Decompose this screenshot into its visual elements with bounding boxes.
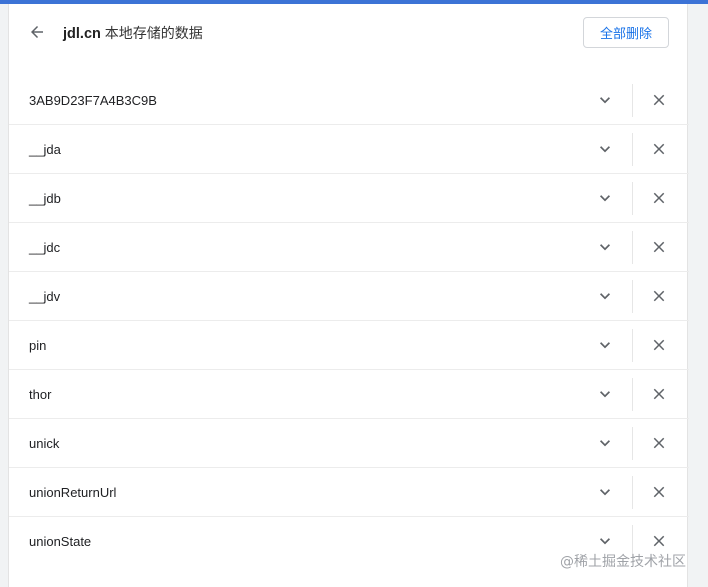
storage-item-name: __jda [29,142,61,157]
chevron-down-icon [600,489,610,496]
storage-item-row: __jdc [9,223,689,272]
chevron-down-icon [600,440,610,447]
row-divider [632,84,633,117]
row-divider [632,280,633,313]
page-title: jdl.cn 本地存储的数据 [63,23,203,43]
storage-item-row: __jdv [9,272,689,321]
remove-item-button[interactable] [647,333,671,357]
expand-item-button[interactable] [593,284,617,308]
storage-item-name: 3AB9D23F7A4B3C9B [29,93,157,108]
remove-item-button[interactable] [647,186,671,210]
close-icon [653,192,665,204]
chevron-down-icon [600,342,610,349]
watermark: @稀土掘金技术社区 [560,554,686,570]
remove-item-button[interactable] [647,431,671,455]
expand-item-button[interactable] [593,137,617,161]
expand-item-button[interactable] [593,333,617,357]
storage-item-name: pin [29,338,47,353]
storage-item-row: pin [9,321,689,370]
storage-item-list: 3AB9D23F7A4B3C9B __jda __jdb __jdc __jdvpin t… [9,76,689,566]
row-divider [632,133,633,166]
chevron-down-icon [600,244,610,251]
arrow-left-icon [31,26,43,38]
close-icon [653,290,665,302]
storage-item-row: thor [9,370,689,419]
close-icon [653,437,665,449]
close-icon [653,535,665,547]
chevron-down-icon [600,391,610,398]
row-divider [632,476,633,509]
row-divider [632,329,633,362]
remove-item-button[interactable] [647,88,671,112]
remove-item-button[interactable] [647,529,671,553]
expand-item-button[interactable] [593,431,617,455]
close-icon [653,241,665,253]
row-divider [632,427,633,460]
close-icon [653,339,665,351]
close-icon [653,94,665,106]
storage-item-name: thor [29,387,52,402]
close-icon [653,388,665,400]
chevron-down-icon [600,538,610,545]
site-domain: jdl.cn [63,26,101,42]
remove-item-button[interactable] [647,382,671,406]
chevron-down-icon [600,195,610,202]
storage-item-row: 3AB9D23F7A4B3C9B [9,76,689,125]
storage-item-row: unionReturnUrl [9,468,689,517]
storage-item-name: __jdc [29,240,61,255]
expand-item-button[interactable] [593,186,617,210]
storage-item-row: __jdb [9,174,689,223]
chevron-down-icon [600,146,610,153]
expand-item-button[interactable] [593,88,617,112]
page-subtitle: 本地存储的数据 [104,25,203,41]
expand-item-button[interactable] [593,382,617,406]
page-header: jdl.cn 本地存储的数据 全部删除 [9,4,689,60]
chevron-down-icon [600,293,610,300]
delete-all-button[interactable]: 全部删除 [583,17,669,48]
row-divider [632,182,633,215]
storage-item-name: unick [29,436,60,451]
storage-item-row: __jda [9,125,689,174]
storage-item-name: __jdb [29,191,61,206]
storage-item-name: unionReturnUrl [29,485,117,500]
close-icon [653,486,665,498]
remove-item-button[interactable] [647,235,671,259]
expand-item-button[interactable] [593,529,617,553]
row-divider [632,231,633,264]
site-data-panel: jdl.cn 本地存储的数据 全部删除 3AB9D23F7A4B3C9B __jd… [8,4,689,587]
remove-item-button[interactable] [647,137,671,161]
row-divider [632,378,633,411]
expand-item-button[interactable] [593,480,617,504]
chevron-down-icon [600,97,610,104]
remove-item-button[interactable] [647,480,671,504]
storage-item-name: unionState [29,534,92,549]
remove-item-button[interactable] [647,284,671,308]
back-button[interactable] [25,20,49,44]
expand-item-button[interactable] [593,235,617,259]
storage-item-row: unick [9,419,689,468]
close-icon [653,143,665,155]
storage-item-name: __jdv [29,289,61,304]
